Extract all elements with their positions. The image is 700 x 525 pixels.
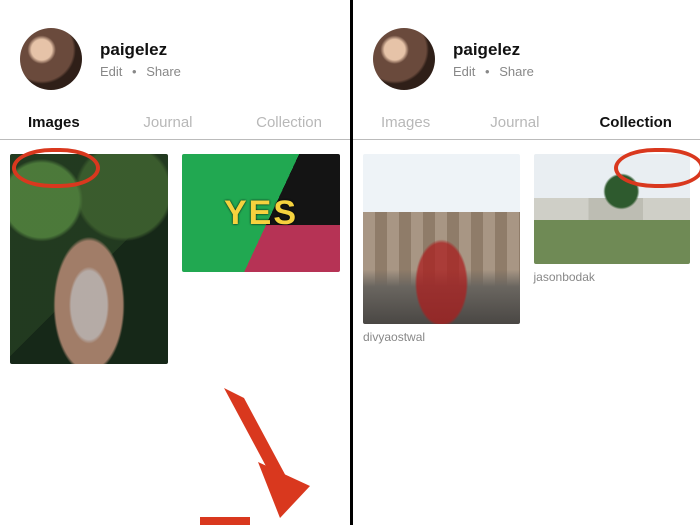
separator-dot: • [132,64,137,79]
tab-journal[interactable]: Journal [143,114,192,131]
profile-header: paigelez Edit • Share [0,0,350,100]
profile-info: paigelez Edit • Share [100,40,181,79]
tab-bar: Images Journal Collection [353,100,700,140]
profile-actions: Edit • Share [453,64,534,79]
collection-item[interactable]: divyaostwal [363,154,520,344]
share-link[interactable]: Share [146,64,181,79]
tab-collection[interactable]: Collection [256,114,322,131]
collection-thumb [363,154,520,324]
avatar[interactable] [20,28,82,90]
tab-images[interactable]: Images [381,114,430,131]
profile-info: paigelez Edit • Share [453,40,534,79]
split-divider [350,0,353,525]
profile-actions: Edit • Share [100,64,181,79]
collection-item[interactable]: jasonbodak [534,154,691,344]
tab-journal[interactable]: Journal [490,114,539,131]
image-text: YES [224,194,298,233]
share-link[interactable]: Share [499,64,534,79]
annotation-red-chip [200,517,250,525]
collection-thumb [534,154,691,264]
author-caption: divyaostwal [363,330,520,344]
pane-collection: paigelez Edit • Share Images Journal Col… [353,0,700,525]
separator-dot: • [485,64,490,79]
profile-header: paigelez Edit • Share [353,0,700,100]
username: paigelez [100,40,181,60]
edit-link[interactable]: Edit [453,64,475,79]
username: paigelez [453,40,534,60]
tab-collection[interactable]: Collection [599,114,672,131]
collection-grid: divyaostwal jasonbodak [353,140,700,358]
edit-link[interactable]: Edit [100,64,122,79]
image-thumb[interactable] [10,154,168,364]
avatar[interactable] [373,28,435,90]
tab-images[interactable]: Images [28,114,80,131]
author-caption: jasonbodak [534,270,691,284]
pane-images: paigelez Edit • Share Images Journal Col… [0,0,350,525]
image-thumb[interactable]: YES [182,154,340,272]
tab-bar: Images Journal Collection [0,100,350,140]
images-grid: YES [0,140,350,378]
